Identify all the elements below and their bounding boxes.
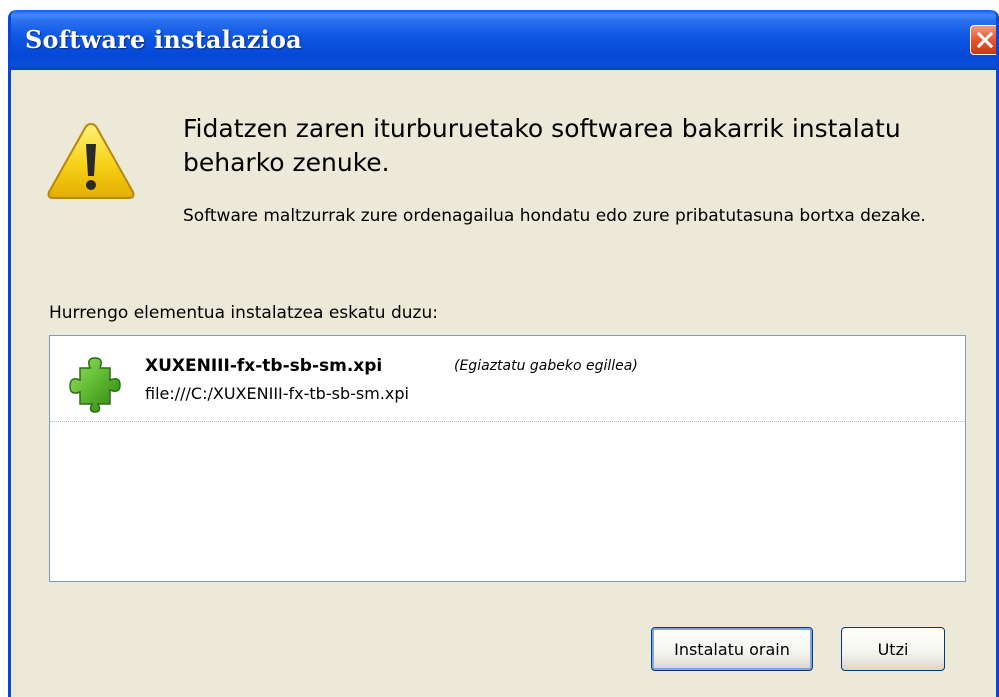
- item-signer-note: (Egiaztatu gabeko egillea): [454, 358, 638, 374]
- install-list[interactable]: XUXENIII-fx-tb-sb-sm.xpi (Egiaztatu gabe…: [49, 335, 966, 582]
- install-dialog: Software instalazioa Fidatzen zaren itur…: [8, 10, 999, 697]
- close-icon: [976, 31, 994, 49]
- close-button[interactable]: [970, 25, 996, 55]
- puzzle-piece-icon: [69, 357, 121, 413]
- item-url: file:///C:/XUXENIII-fx-tb-sb-sm.xpi: [145, 384, 409, 403]
- install-now-button[interactable]: Instalatu orain: [651, 627, 813, 671]
- item-filename: XUXENIII-fx-tb-sb-sm.xpi: [145, 356, 383, 376]
- install-list-label: Hurrengo elementua instalatzea eskatu du…: [49, 303, 438, 323]
- title-bar[interactable]: Software instalazioa: [11, 10, 996, 70]
- list-item[interactable]: XUXENIII-fx-tb-sb-sm.xpi (Egiaztatu gabe…: [50, 336, 965, 422]
- window-title: Software instalazioa: [25, 25, 302, 54]
- dialog-body: Fidatzen zaren iturburuetako softwarea b…: [11, 70, 996, 697]
- warning-icon: [47, 122, 135, 199]
- warning-description: Software maltzurrak zure ordenagailua ho…: [183, 206, 926, 226]
- cancel-button[interactable]: Utzi: [841, 627, 945, 671]
- warning-headline: Fidatzen zaren iturburuetako softwarea b…: [183, 114, 901, 177]
